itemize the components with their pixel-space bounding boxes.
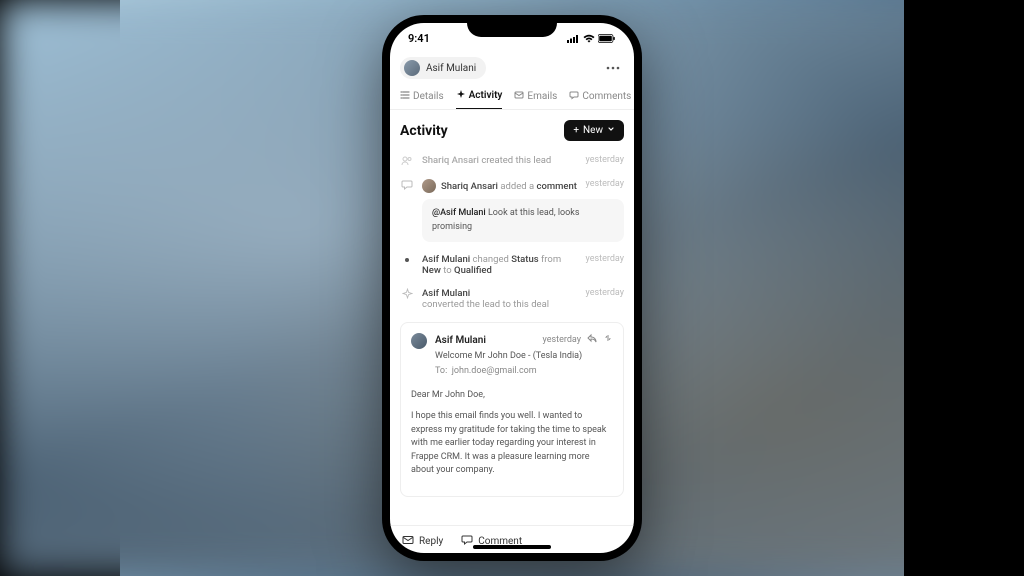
field-name: Status [511, 254, 538, 265]
new-button[interactable]: + New [564, 120, 624, 141]
comment-icon [461, 534, 473, 549]
tab-emails[interactable]: Emails [514, 85, 557, 109]
timestamp: yesterday [586, 179, 624, 193]
status-time: 9:41 [408, 32, 430, 45]
timestamp: yesterday [586, 288, 624, 310]
home-indicator[interactable] [473, 545, 551, 549]
phone-notch [467, 15, 557, 37]
tab-bar: Details Activity Emails Comments [390, 85, 634, 110]
action-object: comment [537, 181, 577, 192]
wifi-icon [583, 34, 595, 43]
timestamp: yesterday [543, 334, 581, 348]
reply-button[interactable]: Reply [402, 534, 443, 549]
activity-item-comment: Shariq Ansari added a comment yesterday … [400, 173, 624, 248]
comment-body: @Asif Mulani Look at this lead, looks pr… [422, 199, 624, 242]
reply-icon[interactable] [587, 333, 597, 349]
actor-name: Asif Mulani [422, 254, 470, 265]
actor-name: Shariq Ansari [422, 155, 479, 166]
to-value: Qualified [454, 265, 492, 276]
pre-text: changed [473, 254, 509, 265]
actor-name: Shariq Ansari [441, 181, 498, 192]
phone-frame: 9:41 Asif Mulani [382, 15, 642, 561]
header-row: Asif Mulani [390, 53, 634, 85]
dot-icon [405, 258, 409, 262]
avatar [411, 333, 427, 349]
sparkle-icon [400, 288, 414, 310]
list-icon [400, 90, 410, 103]
to-label: To: [435, 366, 447, 376]
contact-name: Asif Mulani [426, 63, 476, 74]
tab-details[interactable]: Details [400, 85, 444, 109]
tab-comments[interactable]: Comments [569, 85, 631, 109]
email-subject: Welcome Mr John Doe - (Tesla India) [435, 350, 613, 364]
action-text: added a [500, 181, 534, 192]
mid2-text: to [443, 265, 451, 276]
mention: @Asif Mulani [432, 208, 486, 218]
email-paragraph: I hope this email finds you well. I want… [411, 410, 613, 478]
avatar [404, 60, 420, 76]
activity-item-status: Asif Mulani changed Status from New to Q… [400, 248, 624, 282]
mail-icon [514, 90, 524, 103]
users-icon [400, 155, 414, 167]
mid-text: from [541, 254, 561, 265]
tab-label: Comments [582, 91, 631, 102]
tab-activity[interactable]: Activity [456, 85, 503, 110]
battery-icon [598, 34, 616, 43]
section-title: Activity [400, 123, 448, 139]
action-text: converted the lead to this deal [422, 299, 549, 310]
from-value: New [422, 265, 441, 276]
action-text: created this lead [481, 155, 551, 166]
new-label: New [583, 125, 603, 136]
contact-chip[interactable]: Asif Mulani [400, 57, 486, 79]
activity-feed: Shariq Ansari created this lead yesterda… [390, 149, 634, 525]
comment-icon [400, 179, 414, 242]
email-card[interactable]: Asif Mulani yesterday Welcome Mr John Do… [400, 322, 624, 497]
email-to: john.doe@gmail.com [452, 366, 537, 376]
cellular-signal-icon [567, 34, 580, 43]
avatar [422, 179, 436, 193]
sparkle-icon [456, 89, 466, 102]
timestamp: yesterday [586, 254, 624, 276]
timestamp: yesterday [586, 155, 624, 166]
comment-icon [569, 90, 579, 103]
email-sender: Asif Mulani [435, 333, 486, 348]
chevron-down-icon [607, 125, 615, 136]
activity-item-converted: Asif Mulani converted the lead to this d… [400, 282, 624, 316]
tab-label: Emails [527, 91, 557, 102]
section-header: Activity + New [390, 110, 634, 149]
more-button[interactable] [602, 57, 624, 79]
tab-label: Details [413, 91, 444, 102]
tab-label: Activity [469, 90, 503, 101]
plus-icon: + [573, 125, 579, 136]
actor-name: Asif Mulani [422, 288, 470, 299]
app-screen: 9:41 Asif Mulani [390, 23, 634, 553]
email-body: Dear Mr John Doe, I hope this email find… [411, 389, 613, 478]
mail-icon [402, 534, 414, 549]
email-greeting: Dear Mr John Doe, [411, 389, 613, 403]
activity-item-created: Shariq Ansari created this lead yesterda… [400, 149, 624, 173]
reply-label: Reply [419, 536, 443, 547]
link-icon[interactable] [603, 333, 613, 349]
